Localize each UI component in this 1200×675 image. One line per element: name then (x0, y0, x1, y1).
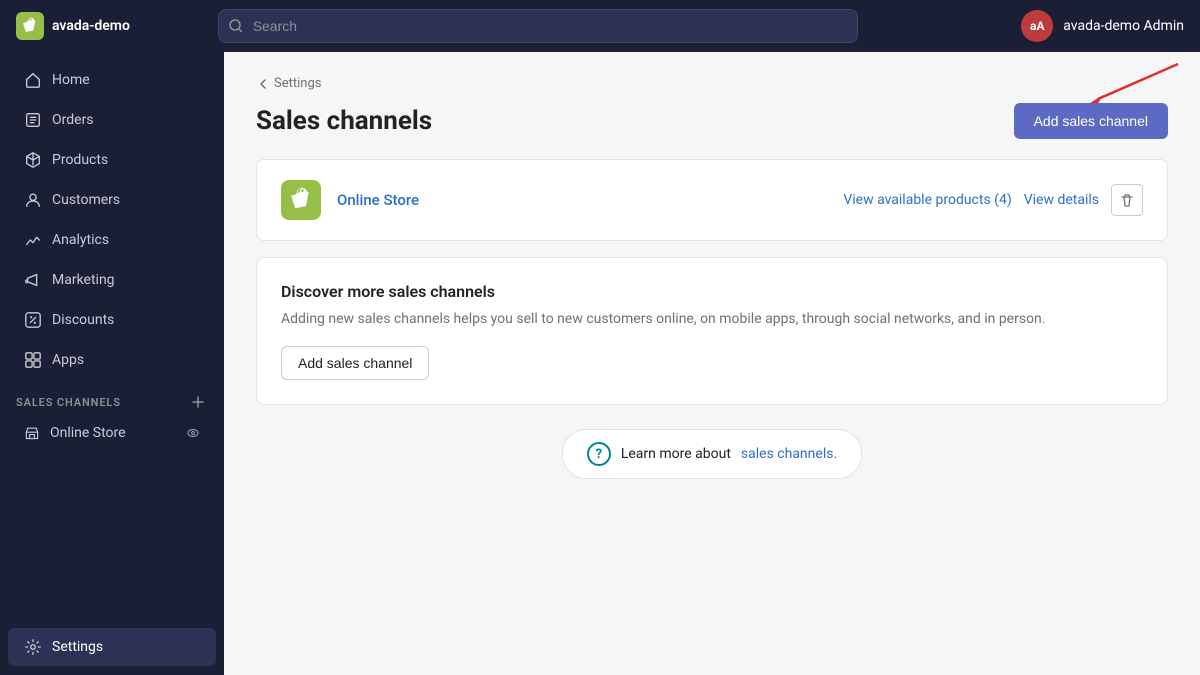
topnav: avada-demo aA avada-demo Admin (0, 0, 1200, 52)
breadcrumb[interactable]: Settings (256, 76, 1168, 91)
sidebar-item-orders[interactable]: Orders (8, 101, 216, 139)
topnav-username: avada-demo Admin (1063, 18, 1184, 34)
home-icon (24, 71, 42, 89)
page-header: Sales channels Add sales channel (256, 103, 1168, 139)
add-channel-wrapper: Add sales channel (1014, 103, 1168, 139)
discover-card: Discover more sales channels Adding new … (256, 257, 1168, 405)
search-bar[interactable] (218, 9, 858, 43)
sidebar-label-analytics: Analytics (52, 232, 109, 248)
sales-channels-label: SALES CHANNELS (16, 396, 121, 409)
sidebar-item-products[interactable]: Products (8, 141, 216, 179)
view-products-link[interactable]: View available products (4) (843, 192, 1011, 208)
apps-icon (24, 351, 42, 369)
online-store-row: Online Store View available products (4)… (257, 160, 1167, 240)
avatar[interactable]: aA (1021, 10, 1053, 42)
store-icon (24, 425, 40, 441)
sidebar-label-home: Home (52, 72, 90, 88)
learn-more-pill: ? Learn more about sales channels. (562, 429, 862, 479)
products-icon (24, 151, 42, 169)
channel-label-online-store: Online Store (50, 425, 126, 441)
online-store-card: Online Store View available products (4)… (256, 159, 1168, 241)
view-details-link[interactable]: View details (1024, 192, 1099, 208)
add-sales-channel-sidebar-btn[interactable] (188, 392, 208, 412)
page-title: Sales channels (256, 106, 432, 136)
sidebar-item-apps[interactable]: Apps (8, 341, 216, 379)
sidebar: Home Orders Products Customers (0, 52, 224, 675)
main-content: Settings Sales channels Add sales channe… (224, 52, 1200, 675)
add-sales-channel-button[interactable]: Add sales channel (1014, 103, 1168, 139)
sidebar-item-settings[interactable]: Settings (8, 628, 216, 666)
learn-more-wrapper: ? Learn more about sales channels. (256, 429, 1168, 479)
settings-icon (24, 638, 42, 656)
search-icon (228, 18, 244, 34)
orders-icon (24, 111, 42, 129)
discover-title: Discover more sales channels (281, 282, 1143, 301)
sales-channels-link[interactable]: sales channels. (741, 446, 837, 462)
breadcrumb-text: Settings (274, 76, 321, 91)
sales-channels-section: SALES CHANNELS (0, 380, 224, 416)
sidebar-item-home[interactable]: Home (8, 61, 216, 99)
channel-left: Online Store (24, 425, 126, 441)
sidebar-item-discounts[interactable]: Discounts (8, 301, 216, 339)
brand[interactable]: avada-demo (16, 12, 130, 40)
discover-desc: Adding new sales channels helps you sell… (281, 309, 1143, 330)
discover-content: Discover more sales channels Adding new … (257, 258, 1167, 404)
marketing-icon (24, 271, 42, 289)
discounts-icon (24, 311, 42, 329)
sidebar-label-orders: Orders (52, 112, 94, 128)
discover-add-channel-button[interactable]: Add sales channel (281, 346, 429, 380)
trash-icon (1119, 192, 1135, 208)
online-store-actions: View available products (4) View details (843, 184, 1143, 216)
plus-icon (191, 395, 205, 409)
sidebar-label-products: Products (52, 152, 108, 168)
sidebar-item-analytics[interactable]: Analytics (8, 221, 216, 259)
brand-name: avada-demo (52, 18, 130, 34)
eye-icon (186, 426, 200, 440)
customers-icon (24, 191, 42, 209)
online-store-logo-icon (281, 180, 321, 220)
sidebar-channel-online-store[interactable]: Online Store (8, 417, 216, 449)
delete-channel-button[interactable] (1111, 184, 1143, 216)
help-icon: ? (587, 442, 611, 466)
topnav-right: aA avada-demo Admin (1021, 10, 1184, 42)
sidebar-label-marketing: Marketing (52, 272, 115, 288)
chevron-left-icon (256, 77, 270, 91)
sidebar-label-settings: Settings (52, 639, 103, 655)
analytics-icon (24, 231, 42, 249)
sidebar-item-customers[interactable]: Customers (8, 181, 216, 219)
sidebar-label-customers: Customers (52, 192, 120, 208)
online-store-name[interactable]: Online Store (337, 191, 827, 209)
search-input[interactable] (218, 9, 858, 43)
sidebar-label-discounts: Discounts (52, 312, 114, 328)
shopify-logo-icon (16, 12, 44, 40)
sidebar-item-marketing[interactable]: Marketing (8, 261, 216, 299)
sidebar-label-apps: Apps (52, 352, 84, 368)
learn-more-text: Learn more about (621, 446, 731, 462)
